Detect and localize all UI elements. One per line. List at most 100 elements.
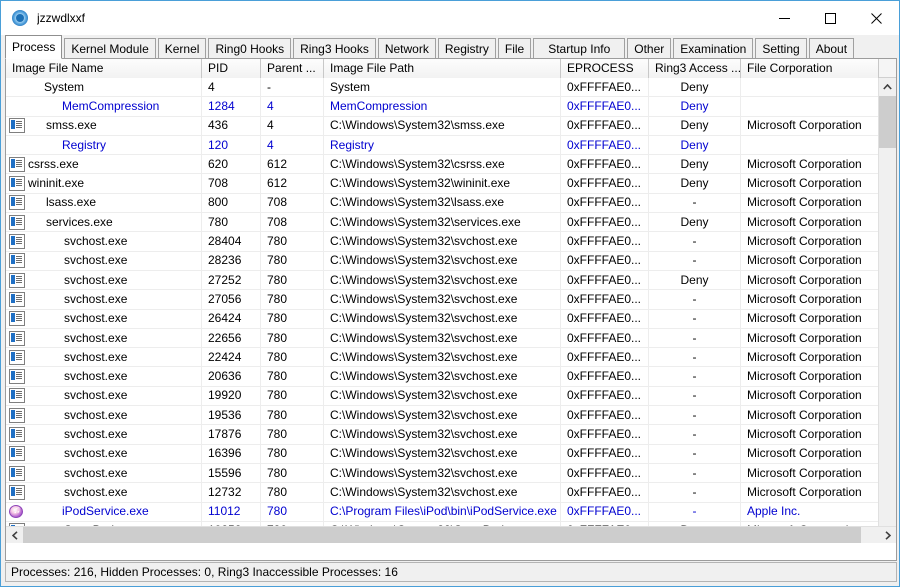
cell-eprocess: 0xFFFFAE0... [561, 347, 649, 367]
tab-setting[interactable]: Setting [755, 38, 807, 59]
table-row[interactable]: svchost.exe 20636 780 C:\Windows\System32\s… [6, 367, 879, 387]
table-row[interactable]: svchost.exe 28404 780 C:\Windows\System32\s… [6, 232, 879, 252]
cell-file-corporation: Microsoft Corporation [741, 482, 879, 502]
cell-ring3-access: - [649, 386, 741, 406]
close-button[interactable] [853, 1, 899, 35]
horizontal-scrollbar[interactable] [6, 526, 896, 543]
tab-process[interactable]: Process [5, 35, 63, 59]
cell-eprocess: 0xFFFFAE0... [561, 232, 649, 252]
table-row[interactable]: svchost.exe 27252 780 C:\Windows\System32\s… [6, 270, 879, 291]
cell-file-corporation: Microsoft Corporation [741, 444, 879, 464]
cell-image-file-path: C:\Windows\System32\svchost.exe [324, 386, 561, 406]
table-row[interactable]: svchost.exe 28236 780 C:\Windows\System32\s… [6, 251, 879, 271]
table-row[interactable]: csrss.exe 620 612 C:\Windows\System32\csrss… [6, 154, 879, 175]
process-name: svchost.exe [64, 349, 128, 364]
application-icon [9, 118, 25, 134]
application-window: jzzwdlxxf Process Kernel Module Kernel Ring… [0, 0, 900, 587]
tab-ring3-hooks[interactable]: Ring3 Hooks [293, 38, 376, 59]
column-header-eprocess[interactable]: EPROCESS [561, 59, 649, 78]
tab-network[interactable]: Network [377, 38, 436, 59]
cell-image-file-name: iPodService.exe [6, 502, 202, 522]
cell-image-file-path: C:\Windows\System32\svchost.exe [324, 367, 561, 387]
cell-file-corporation: Microsoft Corporation [741, 270, 879, 290]
cell-eprocess: 0xFFFFAE0... [561, 135, 649, 155]
process-name: svchost.exe [64, 291, 128, 306]
table-row[interactable]: Registry 120 4 Registry 0xFFFFAE0... Deny [6, 135, 879, 156]
tab-registry[interactable]: Registry [437, 38, 496, 59]
no-icon [9, 81, 23, 94]
column-header-parent-[interactable]: Parent ... [261, 59, 324, 78]
table-row[interactable]: services.exe 780 708 C:\Windows\System32\se… [6, 212, 879, 233]
cell-image-file-path: C:\Windows\System32\svchost.exe [324, 444, 561, 464]
table-row[interactable]: svchost.exe 19920 780 C:\Windows\System32\s… [6, 386, 879, 407]
cell-image-file-name: System [6, 78, 202, 97]
cell-image-file-path: C:\Windows\System32\svchost.exe [324, 270, 561, 290]
cell-eprocess: 0xFFFFAE0... [561, 78, 649, 97]
process-name: System [44, 79, 85, 94]
scroll-right-icon[interactable] [879, 527, 896, 543]
atom-icon [12, 10, 28, 26]
cell-file-corporation: Microsoft Corporation [741, 193, 879, 213]
table-row[interactable]: svchost.exe 17876 780 C:\Windows\System32\s… [6, 425, 879, 445]
scroll-left-icon[interactable] [6, 527, 23, 543]
cell-parent-pid: 780 [261, 444, 324, 464]
cell-file-corporation: Microsoft Corporation [741, 367, 879, 387]
cell-parent-pid: 780 [261, 482, 324, 502]
cell-image-file-path: C:\Windows\System32\svchost.exe [324, 251, 561, 271]
table-row[interactable]: svchost.exe 22656 780 C:\Windows\System32\s… [6, 328, 879, 349]
minimize-button[interactable] [761, 1, 807, 35]
cell-pid: 28404 [202, 232, 261, 252]
cell-eprocess: 0xFFFFAE0... [561, 425, 649, 444]
table-row[interactable]: svchost.exe 27056 780 C:\Windows\System32\s… [6, 289, 879, 310]
tab-kernel-module[interactable]: Kernel Module [64, 38, 156, 59]
maximize-button[interactable] [807, 1, 853, 35]
column-header-ring3-access-[interactable]: Ring3 Access ... [649, 59, 741, 78]
cell-image-file-path: C:\Windows\System32\svchost.exe [324, 463, 561, 483]
column-header-image-file-name[interactable]: Image File Name [6, 59, 202, 78]
table-row[interactable]: smss.exe 436 4 C:\Windows\System32\smss.exe… [6, 116, 879, 136]
vertical-scrollbar-thumb[interactable] [879, 96, 896, 148]
cell-file-corporation: Microsoft Corporation [741, 328, 879, 348]
cell-image-file-name: svchost.exe [6, 347, 202, 367]
table-row[interactable]: lsass.exe 800 708 C:\Windows\System32\lsass… [6, 193, 879, 214]
tab-startup-info[interactable]: Startup Info [533, 38, 626, 59]
tab-about[interactable]: About [808, 38, 855, 59]
column-header-pid[interactable]: PID [202, 59, 261, 78]
table-row[interactable]: svchost.exe 12732 780 C:\Windows\System32\s… [6, 482, 879, 503]
cell-image-file-name: svchost.exe [6, 251, 202, 271]
table-row[interactable]: svchost.exe 19536 780 C:\Windows\System32\s… [6, 405, 879, 426]
column-header-file-corporation[interactable]: File Corporation [741, 59, 879, 78]
process-name: svchost.exe [64, 234, 128, 249]
tab-other[interactable]: Other [627, 38, 672, 59]
vertical-scrollbar[interactable] [878, 78, 896, 543]
tab-file[interactable]: File [497, 38, 532, 59]
table-row[interactable]: svchost.exe 22424 780 C:\Windows\System32\s… [6, 347, 879, 368]
horizontal-scrollbar-thumb[interactable] [23, 527, 861, 543]
table-row[interactable]: svchost.exe 15596 780 C:\Windows\System32\s… [6, 463, 879, 484]
table-row[interactable]: System 4- System 0xFFFFAE0... Deny [6, 78, 879, 98]
column-header-image-file-path[interactable]: Image File Path [324, 59, 561, 78]
tab-ring0-hooks[interactable]: Ring0 Hooks [208, 38, 292, 59]
cell-file-corporation [741, 96, 879, 116]
cell-pid: 27252 [202, 270, 261, 290]
cell-parent-pid: 4 [261, 96, 324, 116]
window-title: jzzwdlxxf [37, 11, 86, 25]
table-row[interactable]: iPodService.exe 11012780C:\Program Files\… [6, 502, 879, 522]
cell-file-corporation: Microsoft Corporation [741, 232, 879, 252]
scroll-up-icon[interactable] [879, 78, 896, 95]
cell-eprocess: 0xFFFFAE0... [561, 251, 649, 271]
cell-ring3-access: - [649, 309, 741, 329]
cell-parent-pid: 780 [261, 463, 324, 483]
tab-kernel[interactable]: Kernel [157, 38, 207, 59]
tab-examination[interactable]: Examination [673, 38, 754, 59]
table-row[interactable]: wininit.exe 708 612 C:\Windows\System32\win… [6, 174, 879, 194]
grid-rows: System 4- System 0xFFFFAE0... Deny MemCompres… [6, 78, 879, 543]
cell-pid: 708 [202, 174, 261, 194]
table-row[interactable]: MemCompression 1284 4 MemCompression 0xFFFFA… [6, 96, 879, 117]
table-row[interactable]: svchost.exe 16396 780 C:\Windows\System32\s… [6, 444, 879, 464]
table-row[interactable]: svchost.exe 26424 780 C:\Windows\System32\s… [6, 309, 879, 329]
cell-file-corporation: Microsoft Corporation [741, 425, 879, 444]
cell-parent-pid: 780 [261, 232, 324, 252]
cell-image-file-name: lsass.exe [6, 193, 202, 213]
process-name: smss.exe [46, 118, 97, 133]
